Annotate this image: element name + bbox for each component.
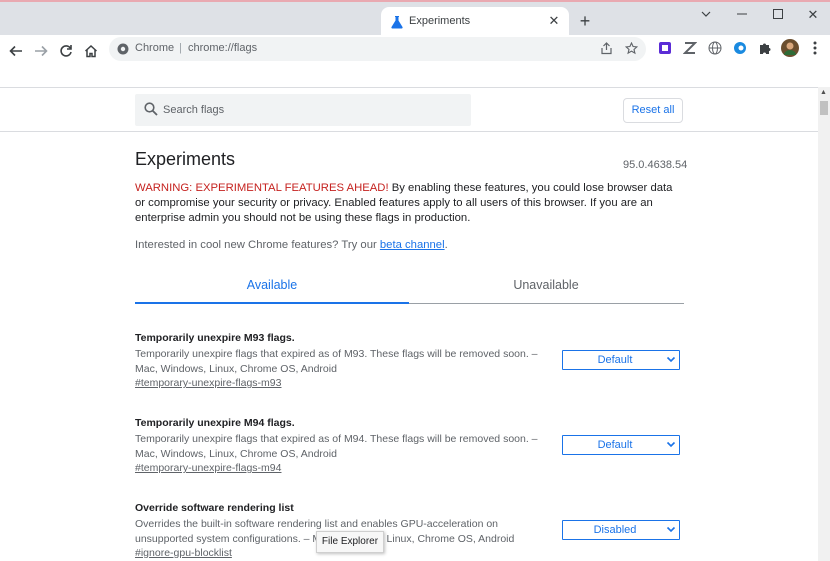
share-icon[interactable] xyxy=(600,42,613,60)
home-button[interactable] xyxy=(79,39,103,63)
flag-name: Temporarily unexpire M94 flags. xyxy=(135,417,295,429)
taskbar-tooltip: File Explorer xyxy=(316,531,384,553)
flag-permalink[interactable]: #temporary-unexpire-flags-m93 xyxy=(135,377,281,389)
back-button[interactable] xyxy=(4,39,28,63)
beta-note-suffix: . xyxy=(444,239,448,251)
flag-select[interactable]: Default xyxy=(562,435,680,455)
extension-purple-icon[interactable] xyxy=(657,40,673,56)
flag-permalink[interactable]: #temporary-unexpire-flags-m94 xyxy=(135,462,281,474)
new-tab-button[interactable]: + xyxy=(575,11,595,31)
flags-page: Reset all Experiments 95.0.4638.54 WARNI… xyxy=(0,87,818,561)
flask-icon xyxy=(391,16,403,29)
forward-button[interactable] xyxy=(29,39,53,63)
flag-select-value: Default xyxy=(597,354,633,366)
extension-globe-icon[interactable] xyxy=(707,40,723,56)
extension-z-icon[interactable] xyxy=(682,40,698,56)
minimize-button[interactable] xyxy=(730,5,754,25)
scroll-up-icon[interactable]: ▲ xyxy=(820,89,827,96)
tab-search-icon[interactable] xyxy=(694,5,718,25)
search-box[interactable] xyxy=(135,94,471,126)
reload-button[interactable] xyxy=(54,39,78,63)
separator: | xyxy=(179,42,182,54)
flag-select[interactable]: Default xyxy=(562,350,680,370)
flag-select[interactable]: Disabled xyxy=(562,520,680,540)
flag-select-value: Disabled xyxy=(593,524,637,536)
url-text: chrome://flags xyxy=(188,42,258,54)
chevron-down-icon xyxy=(666,356,676,363)
menu-kebab-icon[interactable] xyxy=(807,40,823,56)
site-label: Chrome xyxy=(135,42,175,54)
chevron-down-icon xyxy=(666,526,676,533)
home-icon xyxy=(84,44,98,58)
flag-select-value: Default xyxy=(597,439,633,451)
flag-description: Temporarily unexpire flags that expired … xyxy=(135,433,538,460)
warning-heading: WARNING: EXPERIMENTAL FEATURES AHEAD! xyxy=(135,182,389,194)
maximize-button[interactable] xyxy=(766,5,790,25)
flag-name: Override software rendering list xyxy=(135,502,294,514)
chrome-icon xyxy=(117,43,129,55)
forward-arrow-icon xyxy=(35,45,48,57)
chevron-down-icon xyxy=(666,441,676,448)
tab-available[interactable]: Available xyxy=(135,268,409,304)
reset-all-button[interactable]: Reset all xyxy=(623,98,683,123)
back-arrow-icon xyxy=(9,45,22,57)
extension-edge-icon[interactable] xyxy=(732,40,748,56)
warning-text: WARNING: EXPERIMENTAL FEATURES AHEAD! By… xyxy=(135,181,685,226)
flag-item: Override software rendering list Overrid… xyxy=(135,502,684,561)
close-window-button[interactable]: ✕ xyxy=(801,5,825,25)
bookmark-star-icon[interactable] xyxy=(624,41,639,60)
reload-icon xyxy=(60,45,72,57)
tab-title: Experiments xyxy=(409,15,471,27)
page-scrollbar[interactable]: ▲ xyxy=(818,87,830,561)
flag-description: Temporarily unexpire flags that expired … xyxy=(135,348,538,375)
beta-note-text: Interested in cool new Chrome features? … xyxy=(135,239,380,251)
address-bar[interactable]: Chrome | chrome://flags xyxy=(109,37,646,61)
search-input[interactable] xyxy=(163,101,453,119)
tab-strip: Experiments ✕ + ✕ xyxy=(0,0,830,37)
search-icon xyxy=(144,102,158,116)
beta-channel-link[interactable]: beta channel xyxy=(380,239,445,251)
flag-name: Temporarily unexpire M93 flags. xyxy=(135,332,295,344)
scroll-thumb[interactable] xyxy=(820,101,828,115)
flags-header: Reset all xyxy=(0,88,818,132)
extensions-puzzle-icon[interactable] xyxy=(757,40,773,56)
flag-item: Temporarily unexpire M94 flags. Temporar… xyxy=(135,417,684,487)
flags-tabs: Available Unavailable xyxy=(135,268,684,304)
page-title: Experiments xyxy=(135,149,236,169)
version-text: 95.0.4638.54 xyxy=(623,159,688,171)
tab-experiments[interactable]: Experiments ✕ xyxy=(381,7,569,37)
tab-unavailable[interactable]: Unavailable xyxy=(409,268,683,304)
close-tab-icon[interactable]: ✕ xyxy=(546,13,562,29)
flag-item: Temporarily unexpire M93 flags. Temporar… xyxy=(135,332,684,402)
toolbar: Chrome | chrome://flags xyxy=(0,35,830,69)
flag-permalink[interactable]: #ignore-gpu-blocklist xyxy=(135,547,232,559)
beta-note: Interested in cool new Chrome features? … xyxy=(135,239,448,251)
profile-avatar[interactable] xyxy=(781,39,799,57)
